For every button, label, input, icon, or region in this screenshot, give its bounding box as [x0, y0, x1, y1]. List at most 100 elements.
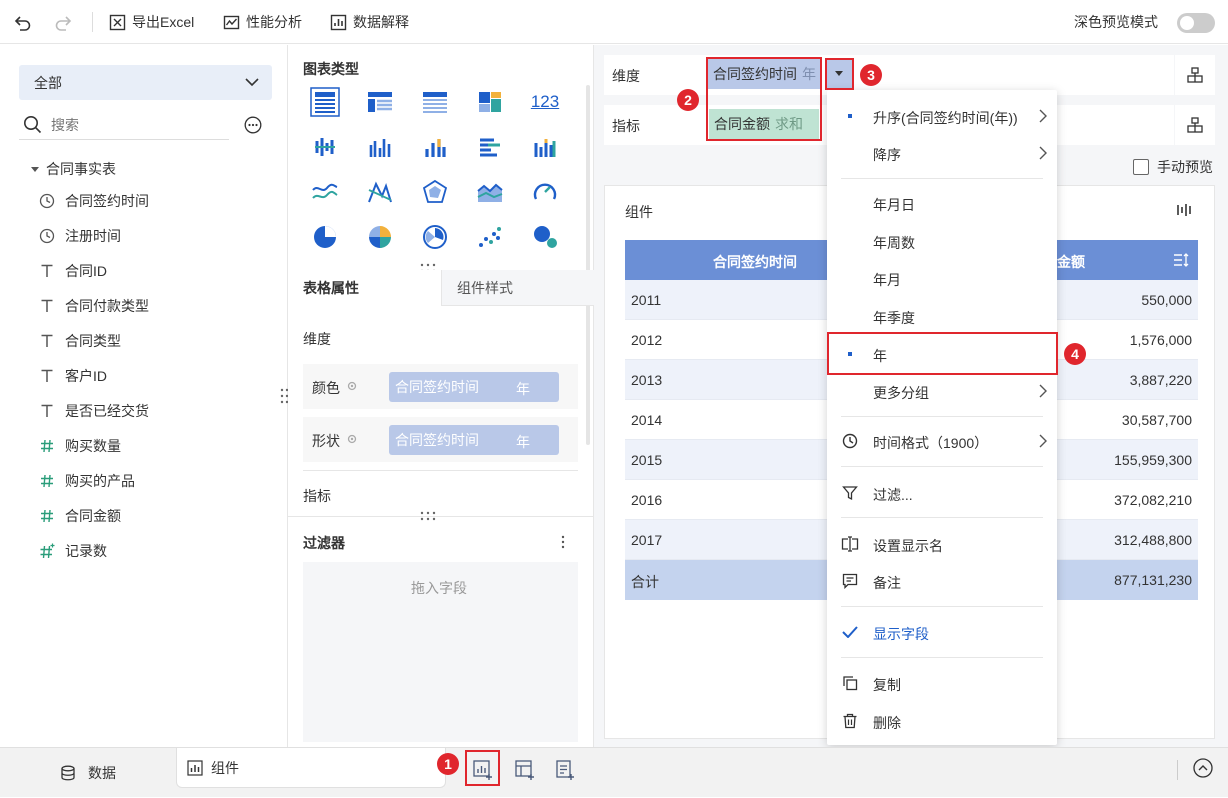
grouped-table-icon[interactable] — [309, 86, 341, 118]
gauge-icon[interactable] — [529, 176, 561, 208]
grouped-bar-icon[interactable] — [364, 131, 396, 163]
component-tab[interactable]: 组件 — [176, 748, 446, 788]
color-label: 颜色 — [312, 380, 340, 396]
radar-line-icon[interactable] — [364, 176, 396, 208]
number-type-icon — [38, 473, 56, 489]
field-item[interactable]: 合同签约时间 — [38, 189, 149, 213]
menu-year-week[interactable]: 年周数 — [827, 225, 1057, 257]
menu-time-format[interactable]: 时间格式（1900） — [827, 425, 1057, 457]
color-pill-suffix: 年 — [516, 381, 530, 397]
measure-section-label: 指标 — [303, 488, 331, 504]
treemap-icon[interactable] — [474, 86, 506, 118]
add-filter-component-button[interactable] — [550, 755, 580, 785]
menu-ymd[interactable]: 年月日 — [827, 187, 1057, 219]
table-cell: 312,488,800 — [1114, 532, 1192, 548]
menu-year-quarter[interactable]: 年季度 — [827, 300, 1057, 332]
bar-line-icon[interactable] — [474, 131, 506, 163]
more-options-icon[interactable] — [244, 116, 262, 134]
tab-component-style[interactable]: 组件样式 — [441, 270, 594, 306]
menu-sort-desc-label: 降序 — [873, 147, 901, 163]
search-input[interactable] — [51, 113, 221, 137]
field-item[interactable]: 客户ID — [38, 364, 107, 388]
field-item[interactable]: 合同金额 — [38, 504, 121, 528]
table-cell: 1,576,000 — [1129, 332, 1192, 348]
multi-pie-icon[interactable] — [364, 221, 396, 253]
menu-copy[interactable]: 复制 — [827, 667, 1057, 699]
filter-drop-zone[interactable]: 拖入字段 — [303, 562, 578, 742]
table-node[interactable]: 合同事实表 — [30, 158, 116, 180]
field-item[interactable]: 注册时间 — [38, 224, 121, 248]
redo-button[interactable] — [54, 10, 78, 34]
field-item[interactable]: 合同ID — [38, 259, 107, 283]
menu-sort-desc[interactable]: 降序 — [827, 137, 1057, 169]
menu-show-field[interactable]: 显示字段 — [827, 616, 1057, 648]
menu-more-group[interactable]: 更多分组 — [827, 375, 1057, 407]
multi-series-bar-icon[interactable] — [309, 131, 341, 163]
scope-select[interactable]: 全部 — [19, 65, 272, 100]
field-item[interactable]: 购买数量 — [38, 434, 121, 458]
dark-mode-toggle[interactable] — [1177, 13, 1215, 33]
scatter-icon[interactable] — [474, 221, 506, 253]
menu-delete[interactable]: 删除 — [827, 705, 1057, 737]
manual-preview-checkbox[interactable]: 手动预览 — [1133, 158, 1213, 176]
number-type-icon — [38, 438, 56, 454]
manual-preview-label: 手动预览 — [1157, 159, 1213, 175]
divider — [303, 470, 578, 471]
menu-set-display-name-label: 设置显示名 — [873, 538, 943, 554]
radar-chart-icon[interactable] — [419, 176, 451, 208]
field-item[interactable]: 合同类型 — [38, 329, 121, 353]
data-tab[interactable]: 数据 — [0, 748, 176, 798]
export-excel-button[interactable]: 导出Excel — [109, 10, 194, 34]
tab-table-props[interactable]: 表格属性 — [288, 270, 441, 306]
text-type-icon — [38, 368, 56, 384]
scrollbar-track[interactable] — [586, 85, 590, 445]
rose-chart-icon[interactable] — [419, 221, 451, 253]
clock-icon — [38, 193, 56, 209]
kpi-number-icon[interactable]: 123 — [529, 86, 561, 118]
table-cell: 155,959,300 — [1114, 452, 1192, 468]
menu-note[interactable]: 备注 — [827, 565, 1057, 597]
dimension-bar-action[interactable] — [1175, 55, 1215, 95]
tab-table-props-label: 表格属性 — [303, 280, 359, 296]
shape-field-pill[interactable]: 合同签约时间 年 — [389, 425, 559, 455]
menu-delete-label: 删除 — [873, 715, 901, 731]
chart-switch-icon[interactable] — [1176, 202, 1192, 218]
menu-note-label: 备注 — [873, 575, 901, 591]
table-header-cell[interactable]: 金额 — [1057, 252, 1085, 272]
detail-table-icon[interactable] — [419, 86, 451, 118]
field-item[interactable]: 合同付款类型 — [38, 294, 149, 318]
step-badge: 3 — [860, 64, 882, 86]
field-item[interactable]: 购买的产品 — [38, 469, 135, 493]
cross-table-icon[interactable] — [364, 86, 396, 118]
gear-icon[interactable] — [346, 433, 358, 445]
performance-chart-icon — [223, 15, 240, 29]
undo-button[interactable] — [14, 10, 38, 34]
menu-divider — [841, 657, 1043, 658]
multi-bar-icon[interactable] — [529, 131, 561, 163]
check-icon — [842, 626, 858, 638]
add-table-component-button[interactable] — [510, 755, 540, 785]
more-vertical-icon[interactable] — [560, 535, 566, 549]
sort-icon[interactable] — [1173, 252, 1189, 268]
pie-chart-icon[interactable] — [309, 221, 341, 253]
field-item[interactable]: 是否已经交货 — [38, 399, 149, 423]
table-name: 合同事实表 — [46, 161, 116, 177]
color-field-pill[interactable]: 合同签约时间 年 — [389, 372, 559, 402]
stacked-bar-icon[interactable] — [419, 131, 451, 163]
data-explain-button[interactable]: 数据解释 — [330, 10, 409, 34]
menu-year-month[interactable]: 年月 — [827, 262, 1057, 294]
field-item[interactable]: 记录数 — [38, 539, 107, 563]
menu-filter[interactable]: 过滤... — [827, 477, 1057, 509]
table-header-cell[interactable]: 合同签约时间 — [713, 252, 797, 272]
menu-sort-asc[interactable]: 升序(合同签约时间(年)) — [827, 100, 1057, 132]
performance-analysis-button[interactable]: 性能分析 — [223, 10, 302, 34]
bubble-icon[interactable] — [529, 221, 561, 253]
line-chart-icon[interactable] — [309, 176, 341, 208]
area-chart-icon[interactable] — [474, 176, 506, 208]
menu-filter-label: 过滤... — [873, 487, 913, 503]
gear-icon[interactable] — [346, 380, 358, 392]
collapse-button[interactable] — [1192, 757, 1214, 779]
measure-bar-action[interactable] — [1175, 105, 1215, 145]
menu-set-display-name[interactable]: 设置显示名 — [827, 528, 1057, 560]
top-toolbar: 导出Excel 性能分析 数据解释 深色预览模式 — [0, 0, 1228, 44]
